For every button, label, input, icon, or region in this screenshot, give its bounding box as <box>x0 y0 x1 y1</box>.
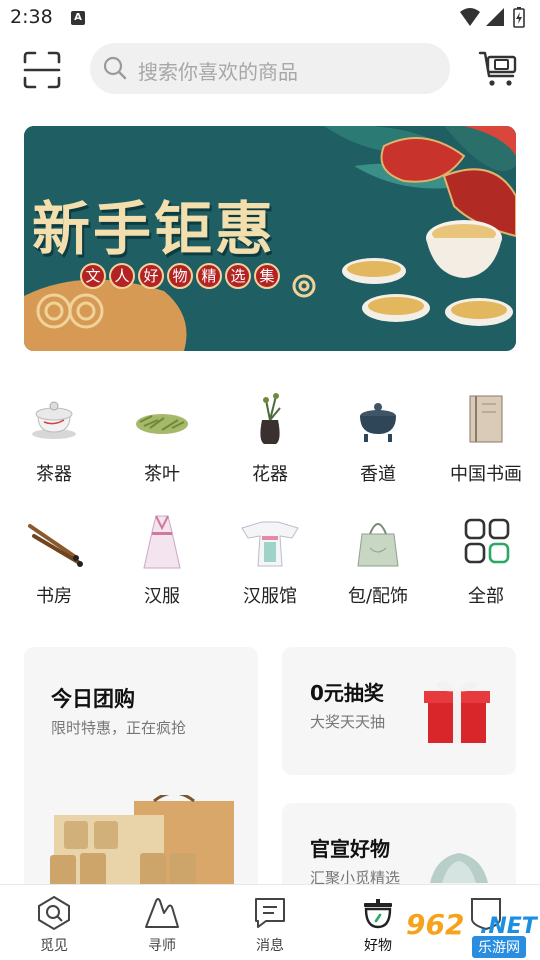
category-label: 茶器 <box>36 464 72 485</box>
group-buy-title: 今日团购 <box>51 687 135 711</box>
category-label: 中国书画 <box>450 464 522 485</box>
wifi-icon <box>460 8 480 26</box>
banner-subtitle-char: 好 <box>138 263 164 289</box>
scroll-book-icon <box>469 395 503 443</box>
banner-subtitle-char: 集 <box>254 263 280 289</box>
cart-button[interactable] <box>477 48 519 90</box>
nav-discover[interactable]: 觅见 <box>0 885 108 960</box>
flower-vase-icon <box>260 393 281 444</box>
watermark-site: 乐游网 <box>472 936 526 958</box>
banner-subtitle-char: 人 <box>109 263 135 289</box>
category-label: 汉服 <box>144 586 180 607</box>
category-hanfu[interactable]: 汉服 <box>108 512 216 622</box>
category-study[interactable]: 书房 <box>0 512 108 622</box>
banner-title: 新手钜惠 <box>32 195 277 263</box>
tea-leaves-icon <box>136 414 188 434</box>
signal-icon <box>486 8 504 26</box>
search-icon <box>103 56 127 80</box>
hanfu-dress-icon <box>143 515 181 569</box>
category-label: 花器 <box>252 464 288 485</box>
lottery-card[interactable]: 0元抽奖 大奖天天抽 <box>282 647 516 775</box>
tea-set-icon <box>32 401 76 439</box>
category-painting[interactable]: 中国书画 <box>432 390 540 500</box>
category-tea-ware[interactable]: 茶器 <box>0 390 108 500</box>
category-label: 包/配饰 <box>347 586 409 607</box>
bag-icon <box>357 523 399 567</box>
banner-subtitle-char: 物 <box>167 263 193 289</box>
banner-subtitle: 文 人 好 物 精 选 集 <box>80 263 280 291</box>
category-label: 茶叶 <box>144 464 180 485</box>
cart-icon <box>478 51 517 86</box>
category-label: 书房 <box>36 586 72 607</box>
category-label: 汉服馆 <box>243 586 297 607</box>
category-bags[interactable]: 包/配饰 <box>324 512 432 622</box>
message-icon <box>255 898 285 928</box>
teapot-icon <box>364 899 392 929</box>
lottery-title: 0元抽奖 <box>310 681 384 705</box>
hanfu-robe-icon <box>241 521 299 567</box>
nav-messages[interactable]: 消息 <box>216 885 324 960</box>
scan-icon <box>23 51 61 89</box>
scan-button[interactable] <box>22 50 62 90</box>
status-icons <box>458 6 530 34</box>
gift-box-icon <box>424 681 490 743</box>
lottery-subtitle: 大奖天天抽 <box>310 713 386 731</box>
grid-icon <box>464 518 510 564</box>
notification-icon: A <box>71 11 85 25</box>
watermark-number: 962 <box>406 908 465 941</box>
official-goods-card[interactable]: 官宣好物 汇聚小觅精选 <box>282 803 516 897</box>
group-buy-card[interactable]: 今日团购 限时特惠，正在疯抢 <box>24 647 258 897</box>
incense-burner-icon <box>360 403 396 442</box>
status-bar: 2:38 A <box>0 0 540 36</box>
official-title: 官宣好物 <box>310 837 390 861</box>
tea-gift-box-image <box>50 795 234 895</box>
site-watermark: 962 .NET 乐游网 <box>400 908 540 960</box>
promo-banner[interactable]: 新手钜惠 文 人 好 物 精 选 集 <box>24 126 516 351</box>
search-header: 搜索你喜欢的商品 <box>0 36 540 106</box>
brushes-icon <box>28 524 83 567</box>
nav-label: 觅见 <box>40 938 68 954</box>
category-label: 香道 <box>360 464 396 485</box>
category-tea-leaves[interactable]: 茶叶 <box>108 390 216 500</box>
banner-subtitle-char: 选 <box>225 263 251 289</box>
nav-find-teacher[interactable]: 寻师 <box>108 885 216 960</box>
group-buy-subtitle: 限时特惠，正在疯抢 <box>51 719 187 737</box>
category-incense[interactable]: 香道 <box>324 390 432 500</box>
search-input[interactable]: 搜索你喜欢的商品 <box>90 43 450 94</box>
search-placeholder: 搜索你喜欢的商品 <box>138 60 298 84</box>
category-hanfu-hall[interactable]: 汉服馆 <box>216 512 324 622</box>
nav-label: 寻师 <box>148 938 176 954</box>
category-flower-vase[interactable]: 花器 <box>216 390 324 500</box>
banner-subtitle-char: 精 <box>196 263 222 289</box>
status-time: 2:38 <box>10 6 53 28</box>
category-label: 全部 <box>468 586 504 607</box>
banner-subtitle-char: 文 <box>80 263 106 289</box>
nav-label: 消息 <box>256 938 284 954</box>
battery-icon <box>513 7 525 28</box>
mountain-icon <box>145 898 179 928</box>
category-all[interactable]: 全部 <box>432 512 540 622</box>
discover-icon <box>38 895 70 931</box>
